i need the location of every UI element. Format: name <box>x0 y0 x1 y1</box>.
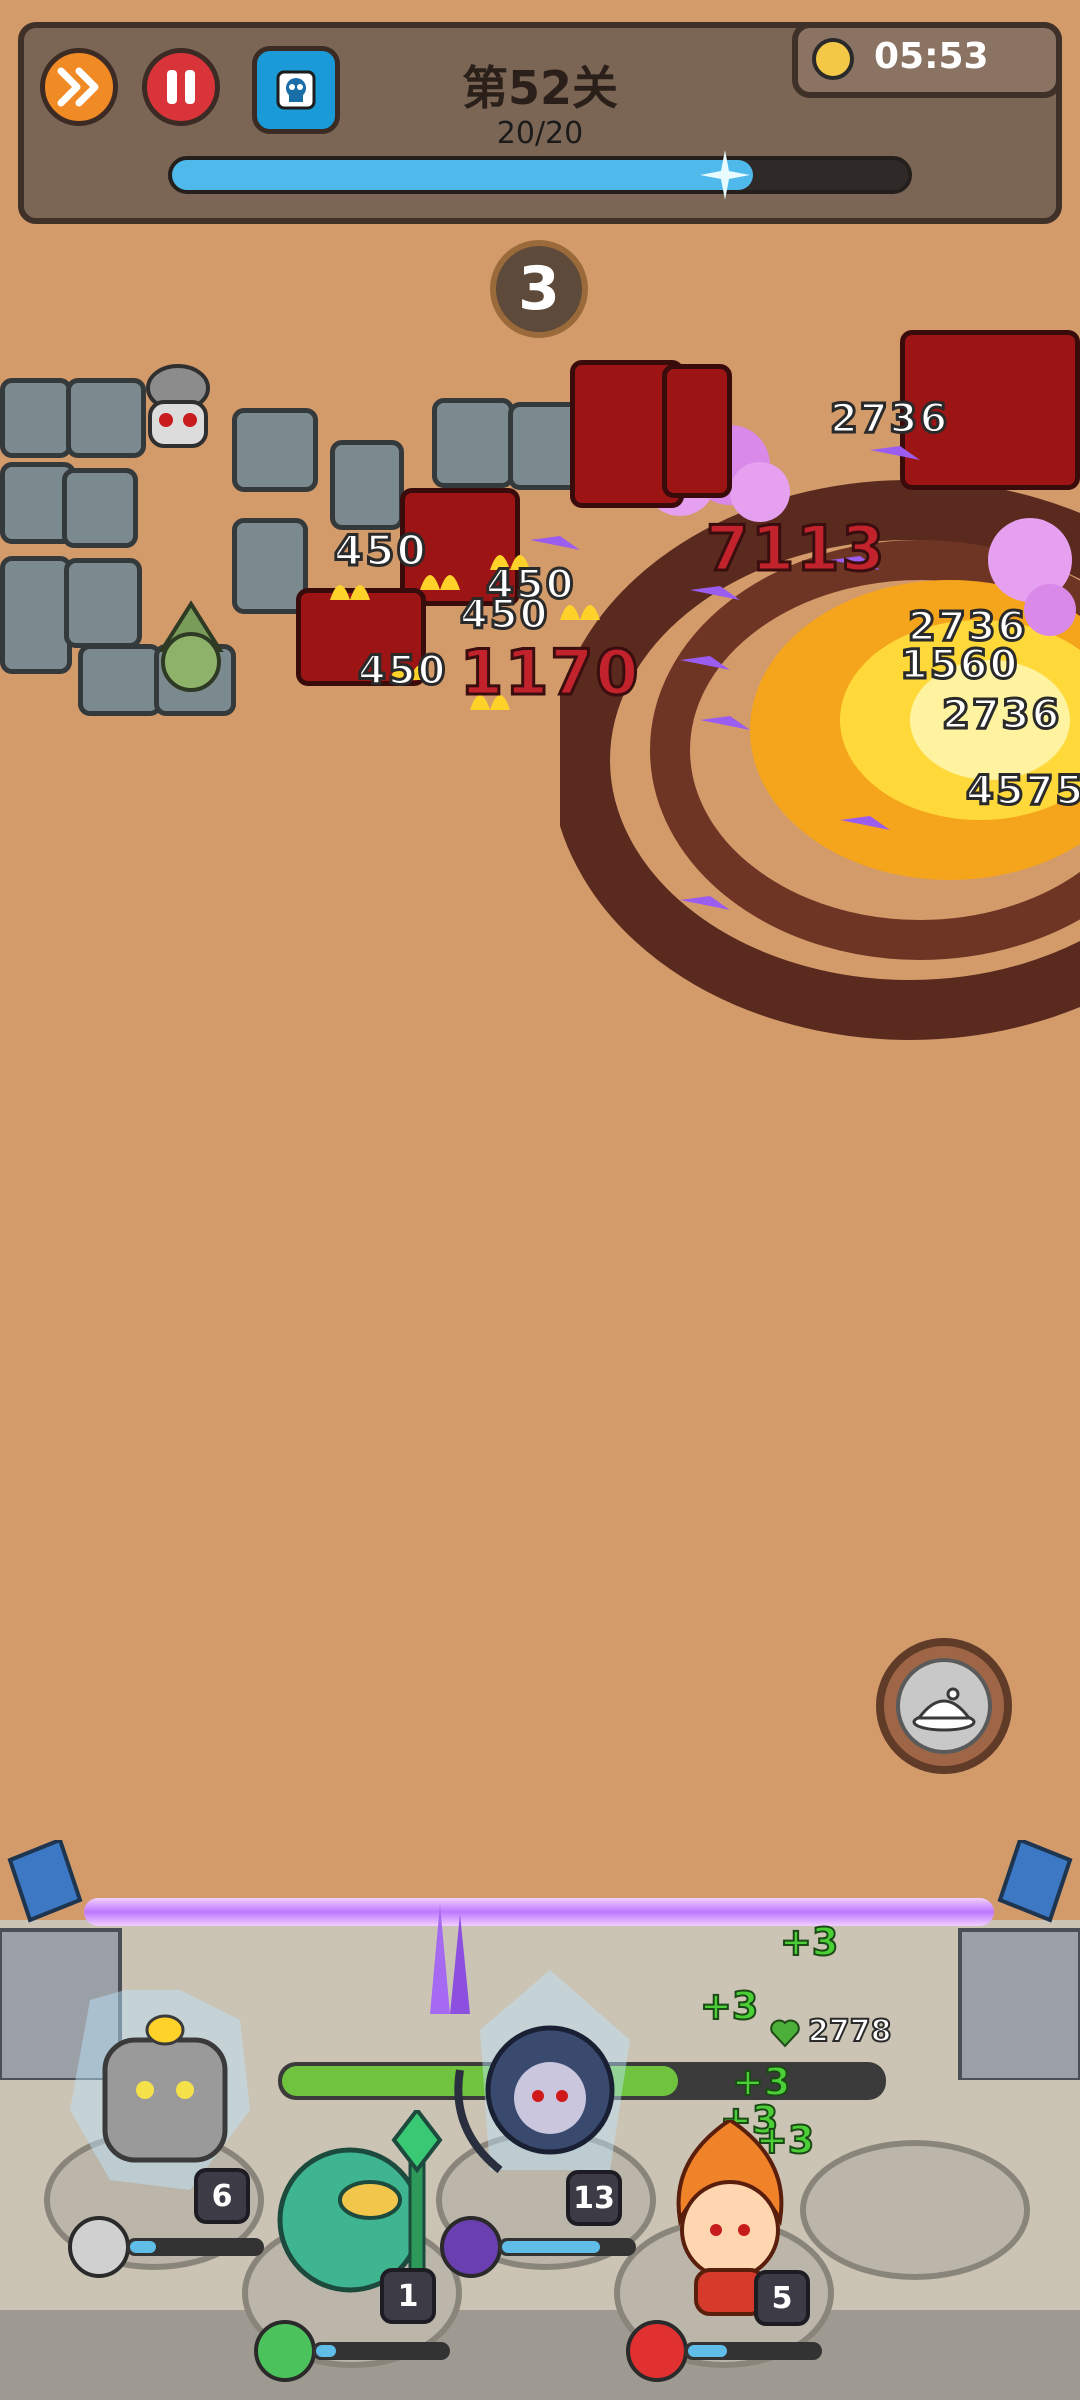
food-dish-icon <box>912 1687 976 1732</box>
fast-forward-button[interactable] <box>40 48 118 126</box>
damage-number: 4575 <box>964 767 1080 816</box>
stone-golem-enemy <box>0 556 72 674</box>
stone-golem-enemy <box>432 398 514 488</box>
ability-button-face[interactable] <box>896 1658 992 1754</box>
skeleton-enemy <box>146 364 210 448</box>
timer-text: 05:53 <box>874 36 989 77</box>
right-crystal-tower <box>958 1840 1080 2080</box>
critical-damage-number: 7113 <box>705 511 887 587</box>
stone-golem-enemy <box>0 378 72 458</box>
magic-barrier-beam <box>84 1898 994 1926</box>
damage-number: 450 <box>357 647 448 696</box>
rock-skill-icon[interactable] <box>68 2216 130 2278</box>
damage-number: 450 <box>459 591 550 640</box>
stone-golem-hero[interactable] <box>50 1990 280 2200</box>
countdown-badge: 3 <box>490 240 588 338</box>
purple-arrow-volley <box>430 1904 470 2014</box>
pause-icon <box>167 70 195 104</box>
damage-number: 2736 <box>828 395 950 444</box>
hero-mana-fill <box>130 2241 156 2253</box>
hero-level-badge: 1 <box>380 2268 436 2324</box>
hero-cards-button[interactable] <box>252 46 340 134</box>
stone-golem-enemy <box>232 408 318 492</box>
fast-forward-icon <box>57 67 99 107</box>
hero-level-badge: 6 <box>194 2168 250 2224</box>
damage-number: 2736 <box>940 691 1062 740</box>
damage-number: 1560 <box>898 641 1020 690</box>
fire-ring-skill-icon[interactable] <box>626 2320 688 2382</box>
hero-mana-fill <box>688 2345 727 2357</box>
heart-icon <box>770 2019 800 2048</box>
stone-golem-enemy <box>64 558 142 648</box>
wave-counter: 20/20 <box>496 116 584 151</box>
spark-icon <box>700 150 750 200</box>
base-health-value: 2778 <box>807 2013 892 2050</box>
arrow-skill-icon[interactable] <box>440 2216 502 2278</box>
hero-mana-fill <box>316 2345 336 2357</box>
level-title: 第52关 <box>461 61 618 115</box>
damage-number: 450 <box>333 525 428 577</box>
wind-skill-icon[interactable] <box>254 2320 316 2382</box>
wall-brick-floor <box>0 2310 1080 2400</box>
empty-hero-pad[interactable] <box>800 2140 1030 2280</box>
critical-damage-number: 1170 <box>459 635 641 711</box>
heal-popup: +3 <box>779 1919 839 1965</box>
hero-level-badge: 5 <box>754 2270 810 2326</box>
clock-icon <box>812 38 854 80</box>
green-duck-mage-hero[interactable] <box>250 2110 470 2310</box>
hero-level-badge: 13 <box>566 2170 622 2226</box>
stone-golem-enemy <box>62 468 138 548</box>
green-witch-enemy <box>158 600 224 692</box>
wave-progress-fill <box>172 160 753 190</box>
skull-card-icon <box>276 70 316 110</box>
pause-button[interactable] <box>142 48 220 126</box>
heal-popup: +3 <box>699 1983 759 2029</box>
hero-mana-fill <box>502 2241 600 2253</box>
